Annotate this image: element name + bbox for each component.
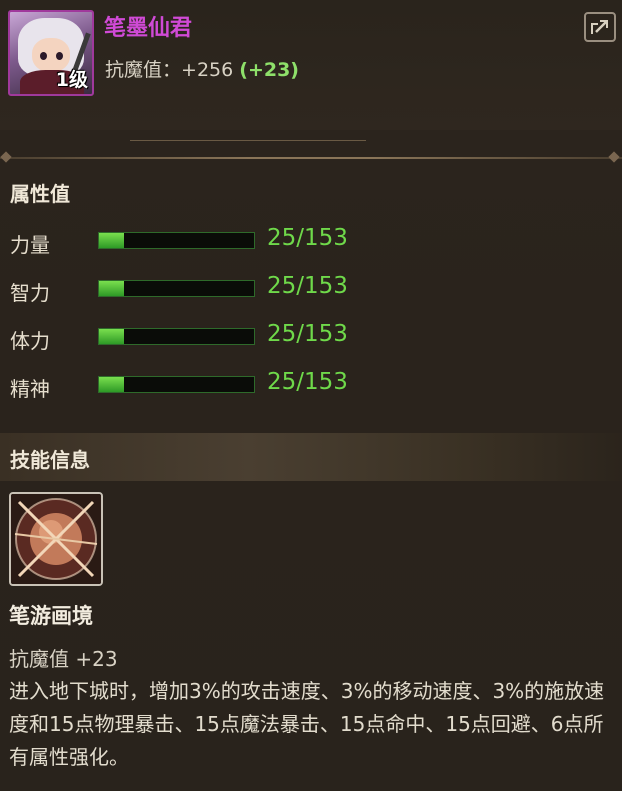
attribute-row: 体力 25/153 [0, 319, 622, 359]
attribute-row: 精神 25/153 [0, 367, 622, 407]
portrait-eye [40, 52, 47, 60]
attributes-title: 属性值 [10, 182, 70, 206]
attribute-progress-bar [98, 328, 255, 345]
attribute-label: 力量 [10, 233, 50, 257]
attribute-value: 25/153 [267, 225, 348, 251]
divider-ornament-right [608, 151, 620, 163]
attribute-label: 智力 [10, 281, 50, 305]
resist-colon: ： [162, 59, 182, 81]
skill-name: 笔游画境 [9, 604, 93, 628]
section-divider [0, 151, 622, 163]
attribute-row: 力量 25/153 [0, 223, 622, 263]
attribute-progress-fill [99, 233, 125, 248]
attribute-progress-bar [98, 232, 255, 249]
attribute-value: 25/153 [267, 369, 348, 395]
attribute-value: 25/153 [267, 273, 348, 299]
resist-bonus: (+23) [239, 59, 299, 81]
skill-section-title: 技能信息 [10, 448, 90, 472]
attribute-value: 25/153 [267, 321, 348, 347]
attribute-row: 智力 25/153 [0, 271, 622, 311]
skill-resist: 抗魔值 +23 [9, 647, 118, 671]
resist-stat: 抗魔值：+256 (+23) [105, 55, 299, 82]
divider-ornament-left [0, 151, 12, 163]
attribute-progress-bar [98, 376, 255, 393]
attribute-progress-fill [99, 281, 125, 296]
level-badge: 1级 [55, 69, 88, 91]
skill-icon-art [11, 494, 101, 584]
attribute-label: 体力 [10, 329, 50, 353]
item-tooltip-panel: 1级 笔墨仙君 抗魔值：+256 (+23) 属性值 力量 25/153 智力 25/… [0, 0, 622, 791]
attribute-progress-fill [99, 329, 125, 344]
skill-section-band [0, 433, 622, 481]
skill-description: 进入地下城时，增加3%的攻击速度、3%的移动速度、3%的施放速度和15点物理暴击… [9, 679, 605, 769]
portrait-eye [56, 52, 63, 60]
character-portrait: 1级 [8, 10, 94, 96]
resist-label: 抗魔值 [105, 59, 163, 81]
attribute-label: 精神 [10, 377, 50, 401]
attribute-progress-fill [99, 377, 125, 392]
share-arrow-icon [591, 20, 608, 34]
share-icon[interactable] [584, 12, 616, 42]
resist-value: +256 [181, 59, 234, 81]
attribute-progress-bar [98, 280, 255, 297]
header-rule [130, 140, 366, 141]
tooltip-header: 1级 笔墨仙君 抗魔值：+256 (+23) [0, 0, 622, 141]
item-name: 笔墨仙君 [104, 16, 193, 41]
brush-orb-icon[interactable] [9, 492, 103, 586]
